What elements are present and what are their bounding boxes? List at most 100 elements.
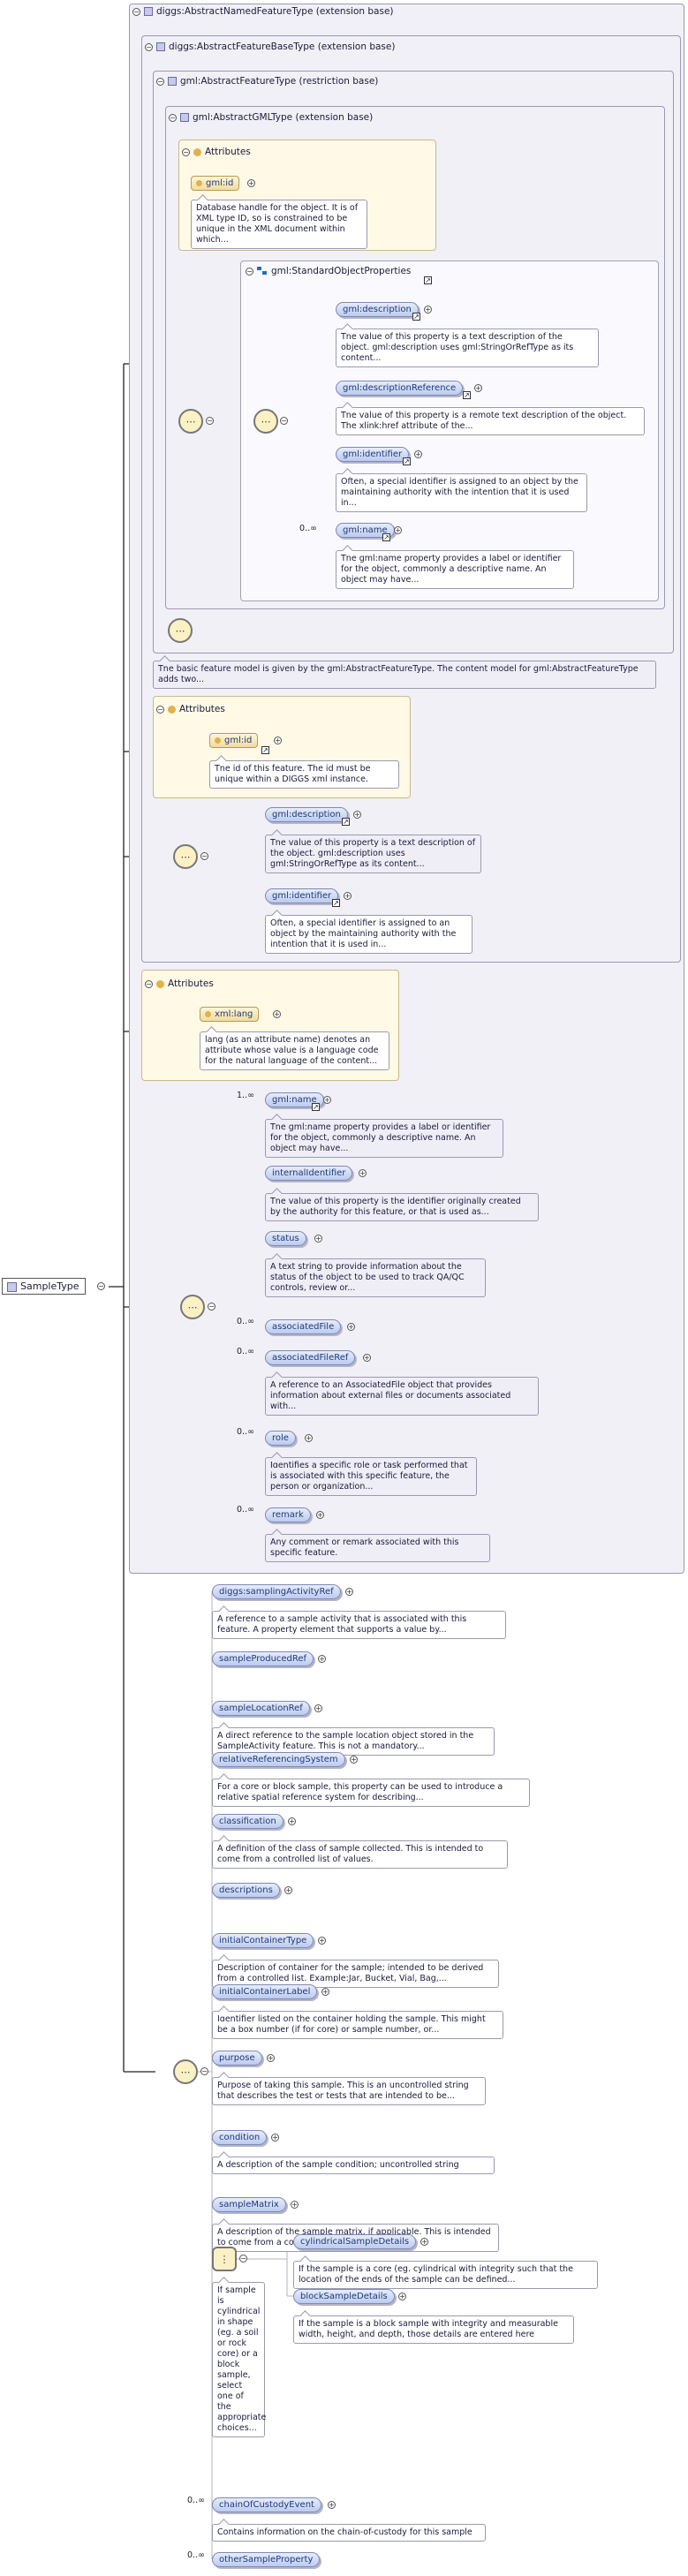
expand-toggle[interactable]: + [273, 1010, 281, 1018]
expand-toggle[interactable]: + [359, 1169, 367, 1177]
collapse-toggle[interactable]: − [97, 1282, 105, 1290]
sequence-compositor-icon[interactable]: ⋯ [178, 409, 203, 434]
element-sampleproducedref[interactable]: sampleProducedRef [212, 1651, 314, 1666]
multiplicity-label: 0..∞ [237, 1317, 254, 1326]
expand-toggle[interactable]: + [420, 2238, 428, 2246]
expand-toggle[interactable]: + [314, 1235, 322, 1243]
expand-toggle[interactable]: + [291, 2201, 299, 2209]
expand-toggle[interactable]: + [318, 1655, 326, 1663]
collapse-toggle[interactable]: − [246, 267, 253, 276]
element-classification[interactable]: classification [212, 1814, 284, 1829]
link-arrow-icon[interactable]: ↗ [403, 457, 411, 465]
sequence-compositor-icon[interactable]: ⋯ [173, 844, 198, 869]
gml-id-attribute[interactable]: gml:id [191, 176, 240, 191]
expand-toggle[interactable]: + [323, 1096, 331, 1104]
element-base-gml-description[interactable]: gml:description [265, 807, 348, 822]
choice-compositor-icon[interactable]: ⋮ [212, 2247, 237, 2271]
element-block-sample-details[interactable]: blockSampleDetails [293, 2289, 395, 2304]
collapse-toggle[interactable]: − [156, 77, 164, 86]
element-base-gml-identifier[interactable]: gml:identifier [265, 888, 339, 903]
expand-toggle[interactable]: + [474, 384, 482, 392]
expand-toggle[interactable]: + [353, 811, 361, 819]
element-purpose[interactable]: purpose [212, 2051, 262, 2066]
sample-element-doc: A description of the sample condition; u… [212, 2157, 495, 2174]
link-arrow-icon[interactable]: ↗ [463, 391, 471, 399]
associated-file-ref-doc: A reference to an AssociatedFile object … [265, 1377, 539, 1416]
xml-lang-attribute[interactable]: xml:lang [200, 1007, 260, 1022]
element-role[interactable]: role [265, 1431, 296, 1446]
link-arrow-icon[interactable]: ↗ [424, 276, 432, 284]
sequence-compositor-icon[interactable]: ⋯ [180, 1295, 205, 1319]
element-gml-description-reference[interactable]: gml:descriptionReference [336, 381, 464, 396]
element-diggs-samplingactivityref[interactable]: diggs:samplingActivityRef [212, 1584, 341, 1599]
link-arrow-icon[interactable]: ↗ [382, 533, 390, 541]
expand-toggle[interactable]: + [344, 892, 352, 900]
collapse-toggle[interactable]: − [200, 2067, 208, 2075]
gml-description-doc: The value of this property is a text des… [336, 329, 599, 367]
element-internal-identifier[interactable]: internalIdentifier [265, 1166, 353, 1181]
collapse-toggle[interactable]: − [239, 2255, 247, 2262]
sequence-compositor-icon[interactable]: ⋯ [173, 2059, 198, 2084]
link-arrow-icon[interactable]: ↗ [342, 818, 350, 826]
element-other-sample-property[interactable]: otherSampleProperty [212, 2552, 321, 2567]
multiplicity-label: 0..∞ [237, 1427, 254, 1437]
expand-toggle[interactable]: + [363, 1354, 371, 1362]
sequence-compositor-icon[interactable]: ⋯ [168, 618, 193, 643]
expand-toggle[interactable]: + [314, 1704, 322, 1712]
expand-toggle[interactable]: + [345, 1588, 353, 1596]
expand-toggle[interactable]: + [328, 2501, 336, 2509]
expand-toggle[interactable]: + [247, 179, 255, 187]
element-chain-of-custody-event[interactable]: chainOfCustodyEvent [212, 2497, 321, 2512]
expand-toggle[interactable]: + [350, 1756, 358, 1764]
link-arrow-icon[interactable]: ↗ [412, 313, 420, 321]
collapse-toggle[interactable]: − [182, 147, 190, 156]
element-initialcontainertype[interactable]: initialContainerType [212, 1933, 314, 1948]
element-samplematrix[interactable]: sampleMatrix [212, 2197, 286, 2212]
element-status[interactable]: status [265, 1231, 306, 1246]
expand-toggle[interactable]: + [316, 1511, 324, 1519]
expand-toggle[interactable]: + [284, 1886, 292, 1894]
collapse-toggle[interactable]: − [169, 113, 177, 122]
link-arrow-icon[interactable]: ↗ [312, 1103, 320, 1111]
element-initialcontainerlabel[interactable]: initialContainerLabel [212, 1984, 318, 1999]
element-gml-description[interactable]: gml:description [336, 302, 419, 317]
expand-toggle[interactable]: + [271, 2134, 279, 2142]
link-arrow-icon[interactable]: ↗ [332, 899, 340, 907]
collapse-toggle[interactable]: − [280, 417, 288, 425]
expand-toggle[interactable]: + [267, 2054, 275, 2062]
gml-feature-type-label: gml:AbstractFeatureType (restriction bas… [180, 76, 379, 87]
sequence-compositor-icon[interactable]: ⋯ [253, 409, 278, 434]
expand-toggle[interactable]: + [305, 1434, 313, 1442]
collapse-toggle[interactable]: − [200, 852, 208, 860]
root-element-sampletype[interactable]: SampleType [2, 1278, 86, 1295]
expand-toggle[interactable]: + [318, 1937, 326, 1945]
collapse-toggle[interactable]: − [206, 417, 214, 425]
collapse-toggle[interactable]: − [132, 7, 140, 16]
link-arrow-icon[interactable]: ↗ [261, 746, 269, 754]
element-remark[interactable]: remark [265, 1507, 311, 1522]
element-associated-file-ref[interactable]: associatedFileRef [265, 1350, 356, 1365]
gml-type-header: − gml:AbstractGMLType (extension base) [169, 112, 373, 123]
expand-toggle[interactable]: + [394, 526, 402, 534]
element-cylindrical-sample-details[interactable]: cylindricalSampleDetails [293, 2234, 417, 2249]
element-descriptions[interactable]: descriptions [212, 1883, 280, 1898]
collapse-toggle[interactable]: − [156, 705, 164, 714]
element-samplelocationref[interactable]: sampleLocationRef [212, 1701, 310, 1716]
named-feature-type-header: − diggs:AbstractNamedFeatureType (extensi… [132, 6, 394, 17]
feature-id-attribute[interactable]: gml:id [209, 733, 259, 748]
element-associated-file[interactable]: associatedFile [265, 1319, 342, 1334]
collapse-toggle[interactable]: − [145, 42, 153, 51]
expand-toggle[interactable]: + [288, 1817, 296, 1825]
element-gml-identifier[interactable]: gml:identifier [336, 447, 410, 462]
expand-toggle[interactable]: + [321, 1988, 329, 1996]
element-relativereferencingsystem[interactable]: relativeReferencingSystem [212, 1752, 345, 1767]
collapse-toggle[interactable]: − [145, 979, 153, 988]
group-icon [257, 267, 268, 276]
expand-toggle[interactable]: + [424, 306, 432, 314]
expand-toggle[interactable]: + [398, 2293, 406, 2300]
element-condition[interactable]: condition [212, 2130, 268, 2145]
expand-toggle[interactable]: + [347, 1323, 355, 1331]
expand-toggle[interactable]: + [414, 450, 422, 458]
collapse-toggle[interactable]: − [208, 1303, 215, 1311]
expand-toggle[interactable]: + [274, 737, 282, 744]
